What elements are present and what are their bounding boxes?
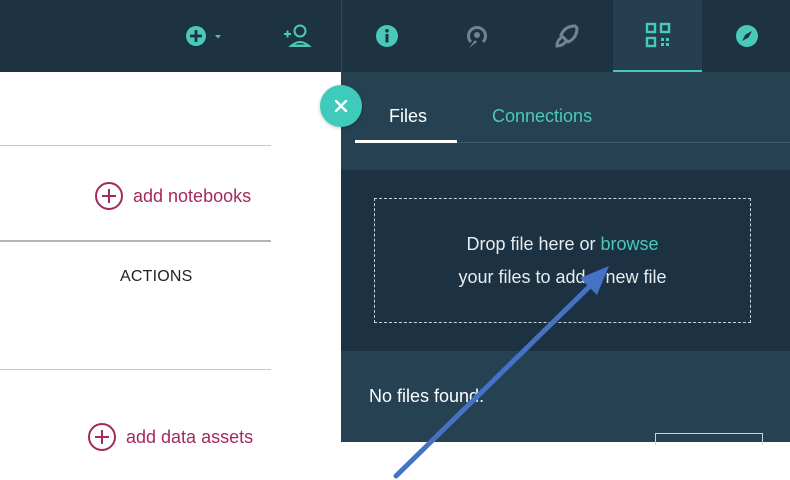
upload-section: Drop file here or browse your files to a…: [341, 170, 790, 351]
browse-link[interactable]: browse: [601, 234, 659, 254]
info-button[interactable]: [342, 0, 432, 72]
partial-button-outline[interactable]: [655, 433, 763, 445]
data-assets-flyout-panel: Files Connections Drop file here or brow…: [341, 72, 790, 445]
top-navigation-bar: [0, 0, 790, 72]
create-plus-icon: [186, 26, 221, 46]
drop-instruction-line-2: your files to add a new file: [458, 266, 667, 287]
data-assets-icon: [645, 22, 670, 48]
tab-files[interactable]: Files: [389, 106, 427, 127]
add-collaborator-button[interactable]: [270, 0, 324, 72]
project-overview-page: add notebooks ACTIONS add data assets: [0, 72, 341, 451]
panel-tabs: Files Connections: [341, 72, 790, 170]
empty-files-message: No files found.: [369, 386, 485, 406]
rocket-icon: [555, 24, 579, 48]
tab-connections[interactable]: Connections: [492, 106, 592, 127]
table-header-divider: [0, 240, 271, 242]
explore-button[interactable]: [703, 0, 790, 72]
chevron-down-icon: [215, 35, 221, 39]
file-drop-zone[interactable]: Drop file here or browse your files to a…: [374, 198, 751, 323]
close-icon: [334, 99, 348, 113]
plus-circle-icon: [88, 423, 116, 451]
close-panel-button[interactable]: [320, 85, 362, 127]
add-collaborator-icon: [284, 24, 312, 47]
add-notebooks-link[interactable]: add notebooks: [95, 182, 251, 210]
deploy-button[interactable]: [522, 0, 612, 72]
section-divider: [0, 145, 271, 146]
active-tab-indicator: [355, 140, 457, 143]
create-plus-button[interactable]: [176, 0, 236, 72]
compass-icon: [735, 25, 758, 47]
drop-instruction-line-1: Drop file here or browse: [466, 234, 658, 255]
history-icon: [467, 26, 487, 48]
section-divider: [0, 369, 271, 370]
history-button[interactable]: [432, 0, 522, 72]
drop-instruction-text: Drop file here or: [466, 233, 601, 254]
add-data-assets-link[interactable]: add data assets: [88, 423, 253, 451]
plus-circle-icon: [95, 182, 123, 210]
actions-column-header: ACTIONS: [120, 268, 193, 285]
data-assets-button[interactable]: [613, 0, 702, 72]
add-data-assets-label: add data assets: [126, 426, 254, 447]
add-notebooks-label: add notebooks: [133, 185, 252, 206]
info-icon: [376, 25, 398, 47]
